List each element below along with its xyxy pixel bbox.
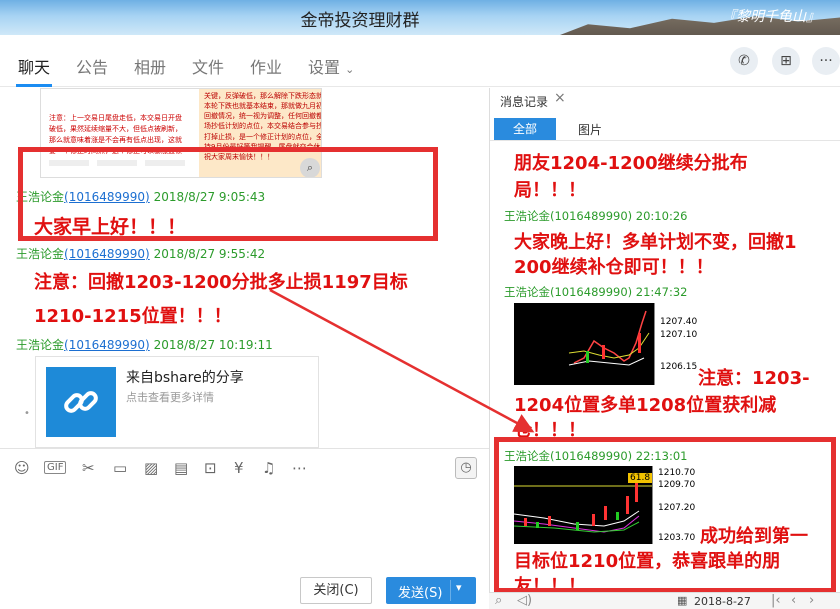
active-tab-underline <box>16 84 52 87</box>
candlestick-chart-1[interactable]: 1207.40 1207.10 1206.15 <box>514 303 698 385</box>
history-text: 1204位置多单1208位置获利减 <box>514 395 777 416</box>
close-button[interactable]: 关闭(C) <box>300 577 372 604</box>
folder-icon[interactable]: ▭ <box>113 459 127 477</box>
chevron-down-icon[interactable]: ▾ <box>456 581 462 594</box>
add-message-icon[interactable]: ⊞ <box>772 47 800 75</box>
chart-tick: 1207.10 <box>660 330 698 340</box>
more-dots-icon[interactable]: ⋯ <box>292 459 307 477</box>
status-dot: • <box>24 408 30 419</box>
tab-files[interactable]: 文件 <box>192 54 224 78</box>
history-text: 注意：1203- <box>698 368 810 389</box>
chart-tick: 1207.40 <box>660 317 698 327</box>
next-page-icon[interactable]: › <box>809 593 814 608</box>
highlight-box-right <box>494 437 836 593</box>
send-button[interactable]: 发送(S) ▾ <box>386 577 476 604</box>
input-toolbar: ☺ GIF ✂ ▭ ▨ ▤ ⊡ ¥ ♫ ⋯ ◷ <box>0 448 489 486</box>
message-text-line1: 注意：回撤1203-1200分批多止损1197目标 <box>34 272 408 293</box>
message-text-line2: 1210-1215位置！！！ <box>34 306 232 327</box>
tab-all[interactable]: 全部 <box>494 118 556 140</box>
history-text: 200继续补仓即可！！！ <box>514 257 714 278</box>
speaker-icon[interactable]: ◁) <box>517 593 532 608</box>
tab-settings[interactable]: 设置 ⌄ <box>308 54 354 78</box>
sender-qq-link[interactable]: (1016489990) <box>64 247 150 261</box>
tab-chat[interactable]: 聊天 <box>18 54 50 78</box>
photo-booth-icon[interactable]: ▤ <box>174 459 188 477</box>
message-sender: 王浩论金(1016489990) 2018/8/27 9:55:42 <box>16 247 266 261</box>
window-title: 金帝投资理财群 <box>300 11 420 31</box>
phone-icon[interactable]: ✆ <box>730 47 758 75</box>
brand-logo-text: 『黎明千龟山』 <box>722 9 820 25</box>
close-icon[interactable]: × <box>554 90 566 106</box>
first-page-icon[interactable]: |‹ <box>771 593 781 608</box>
tab-announcement[interactable]: 公告 <box>76 54 108 78</box>
history-text: 朋友1204-1200继续分批布 <box>514 153 748 174</box>
sender-qq-link[interactable]: (1016489990) <box>64 338 150 352</box>
share-title: 来自bshare的分享 <box>126 370 244 386</box>
chart-tick: 1206.15 <box>660 362 698 372</box>
search-icon[interactable]: ⌕ <box>495 593 502 608</box>
red-packet-icon[interactable]: ¥ <box>234 459 244 477</box>
bell-icon[interactable]: ♫ <box>262 459 275 477</box>
tab-album[interactable]: 相册 <box>134 54 166 78</box>
chevron-down-icon: ⌄ <box>345 63 355 76</box>
tab-homework[interactable]: 作业 <box>250 54 282 78</box>
gif-icon[interactable]: GIF <box>44 461 67 474</box>
history-title: 消息记录 <box>500 95 549 109</box>
calendar-icon[interactable]: ▦ <box>677 594 687 607</box>
share-subtitle: 点击查看更多详情 <box>126 391 214 404</box>
history-text: 大家晚上好！多单计划不变，回撤1 <box>514 232 797 253</box>
highlight-box-left <box>18 147 438 241</box>
more-icon[interactable]: ··· <box>812 47 840 75</box>
emoji-icon[interactable]: ☺ <box>14 459 30 477</box>
history-sender: 王浩论金(1016489990) 21:47:32 <box>504 285 688 299</box>
history-sender: 王浩论金(1016489990) 20:10:26 <box>504 209 688 223</box>
history-footer: ⌕ ◁) ▦ 2018-8-27 |‹ ‹ › <box>489 592 840 609</box>
gift-icon[interactable]: ⊡ <box>204 459 217 477</box>
image-icon[interactable]: ▨ <box>144 459 158 477</box>
tab-images[interactable]: 图片 <box>578 121 602 138</box>
message-sender: 王浩论金(1016489990) 2018/8/27 10:19:11 <box>16 338 273 352</box>
history-text: 局！！！ <box>514 180 586 201</box>
scissors-icon[interactable]: ✂ <box>82 459 95 477</box>
history-clock-icon[interactable]: ◷ <box>455 457 477 479</box>
link-icon <box>46 367 116 437</box>
chat-message-area: 注意：上一交易日尾盘走低，本交易日开盘破低，果然延续缩量不大，但低点被刷新，那么… <box>0 88 489 448</box>
history-date: 2018-8-27 <box>694 595 751 608</box>
title-bar: 金帝投资理财群 『黎明千龟山』 <box>0 0 840 35</box>
prev-page-icon[interactable]: ‹ <box>791 593 796 608</box>
divider <box>490 140 840 141</box>
share-card[interactable]: 来自bshare的分享 点击查看更多详情 <box>35 356 319 448</box>
tab-bar: 聊天 公告 相册 文件 作业 设置 ⌄ ✆ ⊞ ··· <box>0 35 840 87</box>
